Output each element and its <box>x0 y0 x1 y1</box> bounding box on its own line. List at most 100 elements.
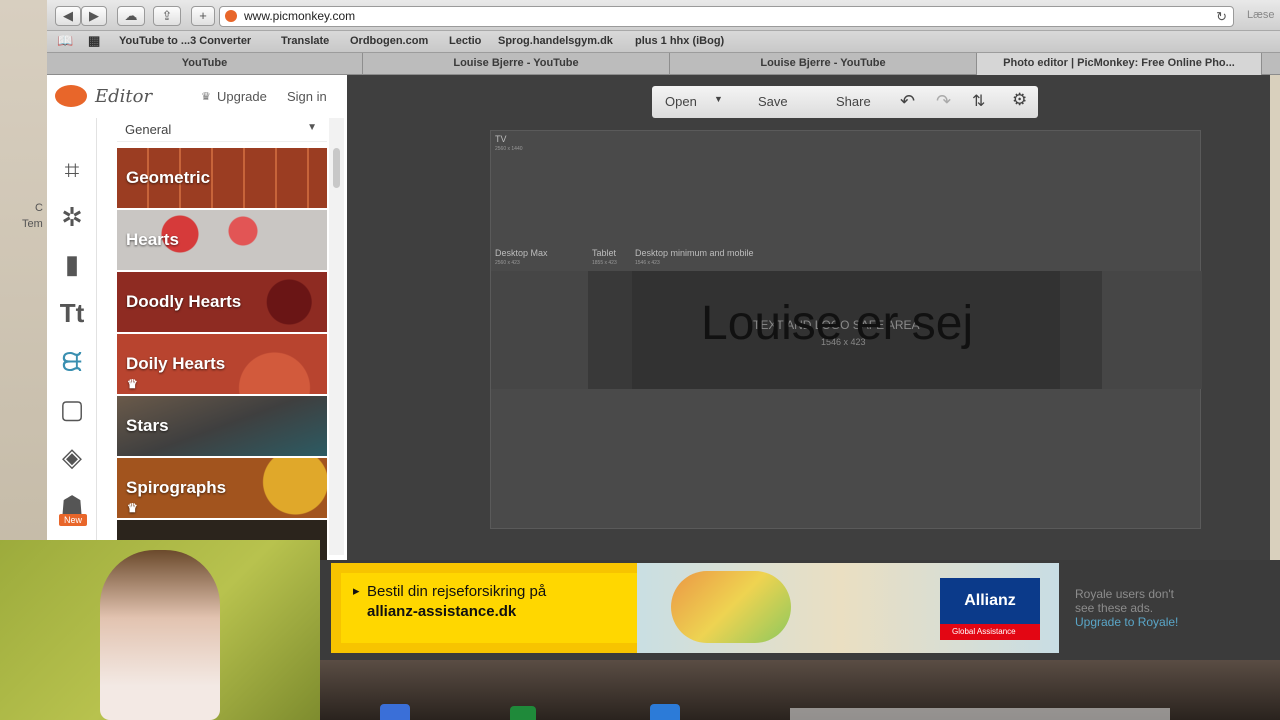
editor-panel: Editor ♛ Upgrade Sign in ⌗ ✲ ▮ Tt ᙙ ▢ ◈ … <box>47 75 347 563</box>
desktop-min-label: Desktop minimum and mobile <box>635 248 754 258</box>
dock-minimized-windows[interactable] <box>790 708 1170 720</box>
desktop-background: C Tem <box>0 0 47 540</box>
url-bar[interactable]: www.picmonkey.com ↻ <box>219 6 1234 27</box>
editor-toolbar: Open ▼ Save Share ↶ ↷ ⇅ ⚙ <box>652 86 1038 118</box>
royale-note: Royale users don't see these ads. Upgrad… <box>1075 587 1178 629</box>
play-arrow-icon: ▸ <box>353 583 360 598</box>
browser-toolbar: ◀ ▶ ☁ ⇪ + www.picmonkey.com ↻ Læse <box>47 0 1280 31</box>
scrollbar-thumb[interactable] <box>333 148 340 188</box>
dock-app-icon[interactable] <box>510 706 536 720</box>
top-sites-icon[interactable]: ▦ <box>88 33 100 49</box>
open-button[interactable]: Open <box>665 94 697 109</box>
bookmark-item[interactable]: Lectio <box>449 35 481 47</box>
overlay-butterfly-icon[interactable]: ᙙ <box>55 345 89 379</box>
share-icon[interactable]: ⇪ <box>153 6 181 26</box>
canvas-area: Open ▼ Save Share ↶ ↷ ⇅ ⚙ TV 2560 x 1440… <box>347 75 1270 560</box>
cloud-icon[interactable]: ☁ <box>117 6 145 26</box>
tv-size: 2560 x 1440 <box>495 146 523 152</box>
tab-louise-bjerre[interactable]: Louise Bjerre - YouTube <box>363 53 670 75</box>
theme-label: Stars <box>126 416 169 435</box>
desktop-min-size: 1546 x 423 <box>635 260 660 266</box>
desktop-max-label: Desktop Max <box>495 248 548 258</box>
crown-icon: ♛ <box>127 377 138 391</box>
back-button[interactable]: ◀ <box>55 6 81 26</box>
new-badge: New <box>59 514 87 526</box>
redo-icon[interactable]: ↷ <box>936 91 951 112</box>
save-button[interactable]: Save <box>758 94 788 109</box>
allianz-brand: Allianz <box>940 578 1040 624</box>
share-button[interactable]: Share <box>836 94 871 109</box>
upgrade-royale-link[interactable]: Upgrade to Royale! <box>1075 615 1178 629</box>
crown-icon: ♛ <box>201 91 211 103</box>
royale-line1: Royale users don't <box>1075 587 1175 601</box>
royale-line2: see these ads. <box>1075 601 1154 615</box>
theme-label: Geometric <box>126 168 211 187</box>
theme-hearts[interactable]: Hearts <box>117 210 327 270</box>
chevron-down-icon: ▼ <box>307 122 317 133</box>
bookmarks-bar: 📖 ▦ YouTube to ...3 Converter Translate … <box>47 31 1280 53</box>
url-text: www.picmonkey.com <box>244 9 356 23</box>
ad-line2: allianz-assistance.dk <box>367 603 517 620</box>
webcam-overlay <box>0 540 320 720</box>
dock-bar <box>320 660 1280 720</box>
desktop-label: C <box>35 202 43 214</box>
crown-icon: ♛ <box>127 501 138 515</box>
photo-canvas[interactable]: TV 2560 x 1440 Desktop Max 2560 x 423 Ta… <box>490 130 1202 529</box>
touchup-icon[interactable]: ▮ <box>55 247 89 281</box>
desktop-max-size: 2560 x 423 <box>495 260 520 266</box>
ad-banner[interactable]: ▸ Bestil din rejseforsikring på allianz-… <box>331 563 1059 653</box>
picmonkey-logo-icon[interactable] <box>55 85 87 107</box>
new-tab-button[interactable]: + <box>191 6 215 26</box>
person-figure <box>100 550 220 720</box>
theme-scrollbar[interactable] <box>329 118 344 555</box>
bookmark-item[interactable]: Sprog.handelsgym.dk <box>498 35 613 47</box>
overlay-text[interactable]: Louise er sej <box>701 296 973 351</box>
editor-logo: Editor <box>95 86 153 107</box>
tool-sidebar: ⌗ ✲ ▮ Tt ᙙ ▢ ◈ ☗ New <box>47 118 97 563</box>
theme-label: Doodly Hearts <box>126 292 242 311</box>
tab-youtube[interactable]: YouTube <box>47 53 363 75</box>
tab-photo-editor[interactable]: Photo editor | PicMonkey: Free Online Ph… <box>977 53 1262 75</box>
reload-icon[interactable]: ↻ <box>1216 7 1227 26</box>
dock-app-icon[interactable] <box>650 704 680 720</box>
tab-bar: YouTube Louise Bjerre - YouTube Louise B… <box>47 53 1280 75</box>
theme-stars[interactable]: Stars <box>117 396 327 456</box>
upgrade-link[interactable]: Upgrade <box>217 89 267 104</box>
theme-spirographs[interactable]: Spirographs ♛ <box>117 458 327 518</box>
bookmark-item[interactable]: plus 1 hhx (iBog) <box>635 35 724 47</box>
bookmark-item[interactable]: Translate <box>281 35 329 47</box>
theme-doodly-hearts[interactable]: Doodly Hearts <box>117 272 327 332</box>
reading-list-icon[interactable]: 📖 <box>57 33 73 49</box>
theme-label: Doily Hearts <box>126 354 226 373</box>
text-icon[interactable]: Tt <box>55 296 89 330</box>
site-favicon-icon <box>225 10 237 22</box>
magic-wand-icon[interactable]: ✲ <box>55 200 89 234</box>
forward-button[interactable]: ▶ <box>81 6 107 26</box>
tablet-label: Tablet <box>592 248 617 258</box>
layers-icon[interactable]: ⇅ <box>972 91 985 111</box>
undo-icon[interactable]: ↶ <box>900 91 915 112</box>
ad-photo-float <box>671 571 791 643</box>
bookmark-item[interactable]: YouTube to ...3 Converter <box>119 35 251 47</box>
tab-louise-bjerre[interactable]: Louise Bjerre - YouTube <box>670 53 977 75</box>
chevron-down-icon[interactable]: ▼ <box>714 94 723 104</box>
theme-doily-hearts[interactable]: Doily Hearts ♛ <box>117 334 327 394</box>
gear-icon[interactable]: ⚙ <box>1012 90 1027 110</box>
theme-geometric[interactable]: Geometric <box>117 148 327 208</box>
dock-app-icon[interactable] <box>380 704 410 720</box>
signin-link[interactable]: Sign in <box>287 89 327 104</box>
desktop-background-right <box>1270 0 1280 560</box>
allianz-sub: Global Assistance <box>940 624 1040 640</box>
tablet-size: 1855 x 423 <box>592 260 617 266</box>
frame-icon[interactable]: ▢ <box>55 392 89 426</box>
bookmark-item[interactable]: Ordbogen.com <box>350 35 428 47</box>
desktop-label: Tem <box>22 218 43 230</box>
allianz-logo: Allianz Global Assistance <box>940 578 1040 640</box>
crop-icon[interactable]: ⌗ <box>55 153 89 187</box>
theme-category-select[interactable]: General ▼ <box>117 118 327 142</box>
ad-text-box: ▸ Bestil din rejseforsikring på allianz-… <box>341 573 637 643</box>
reader-button[interactable]: Læse <box>1247 9 1275 21</box>
texture-icon[interactable]: ◈ <box>55 440 89 474</box>
theme-select-value: General <box>125 122 172 137</box>
tv-label: TV <box>495 134 507 144</box>
